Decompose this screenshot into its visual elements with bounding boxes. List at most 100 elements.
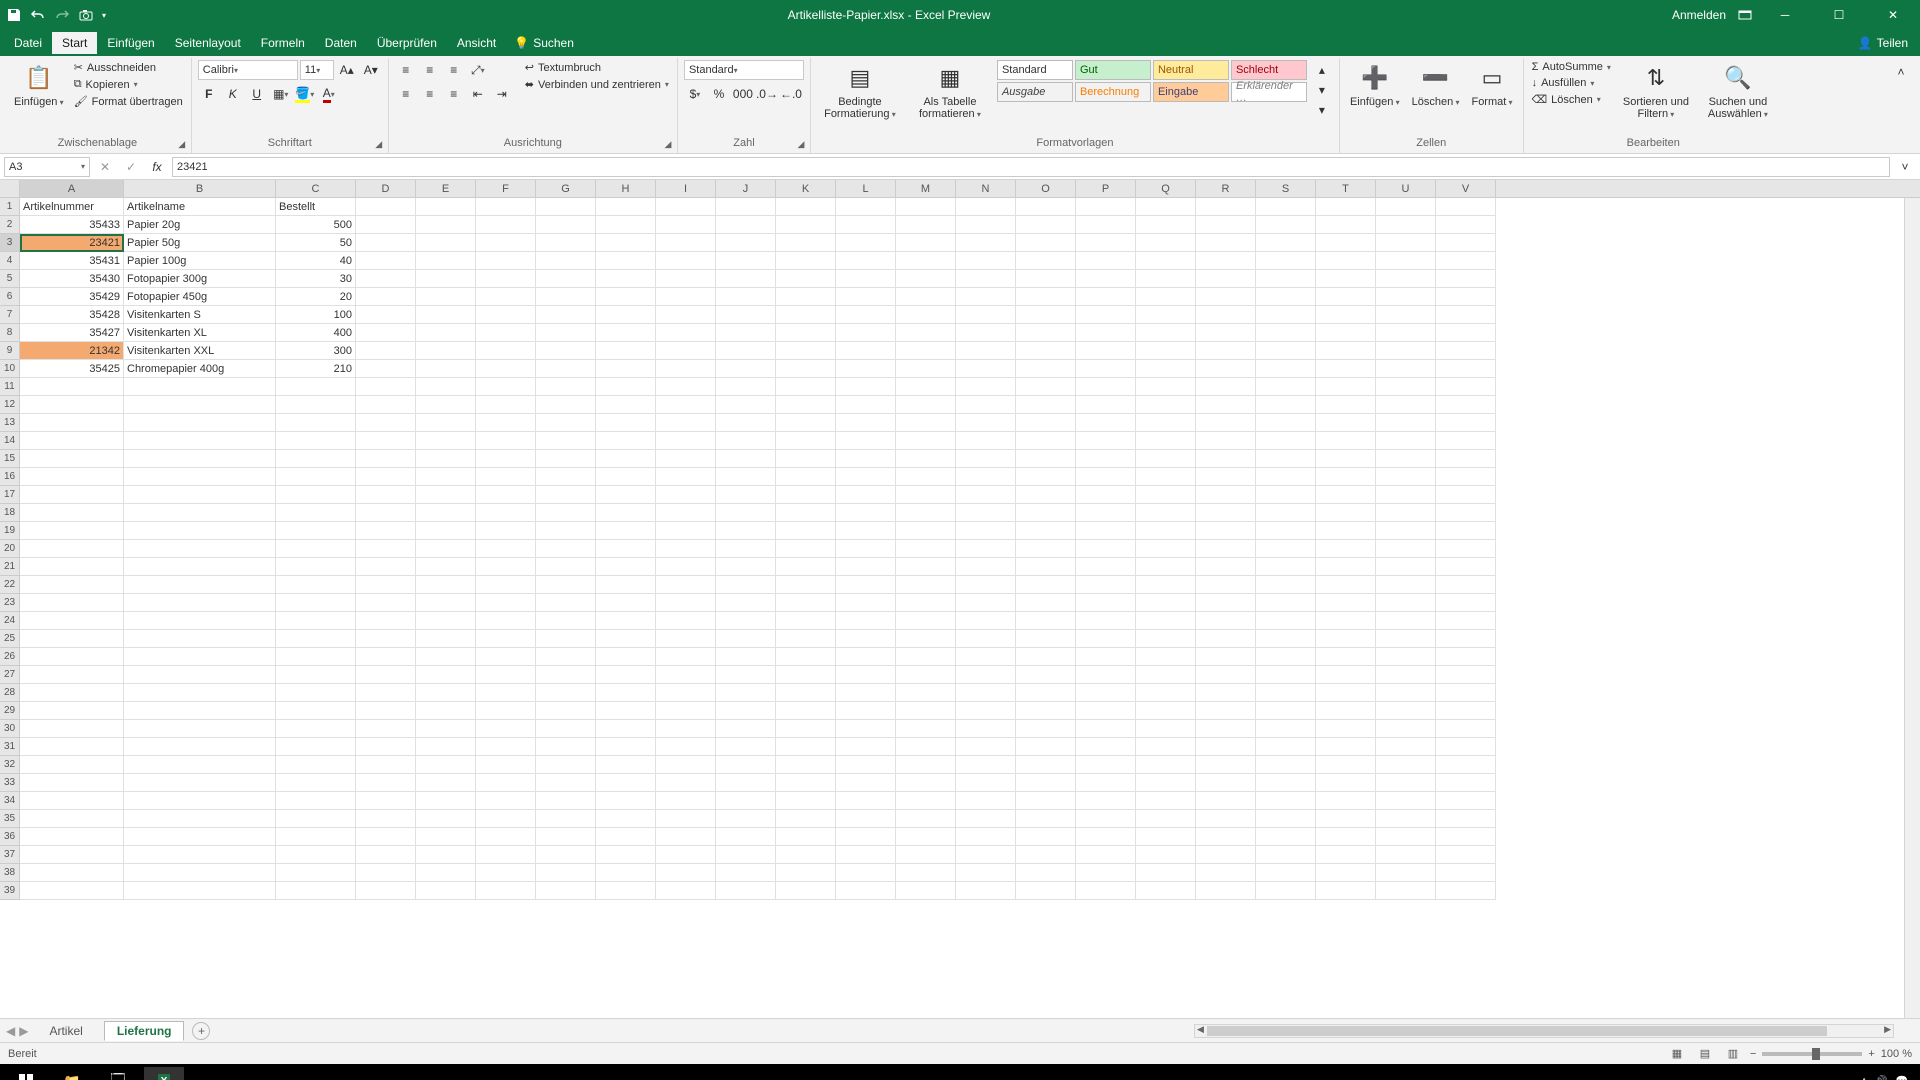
cell[interactable] bbox=[356, 576, 416, 594]
cell[interactable] bbox=[1316, 792, 1376, 810]
cell[interactable] bbox=[776, 558, 836, 576]
increase-indent-button[interactable]: ⇥ bbox=[491, 84, 513, 104]
cell[interactable] bbox=[536, 270, 596, 288]
expand-formula-button[interactable]: ˅ bbox=[1894, 157, 1916, 177]
cell[interactable] bbox=[1016, 810, 1076, 828]
cell[interactable] bbox=[416, 450, 476, 468]
cell[interactable] bbox=[1136, 324, 1196, 342]
cell[interactable] bbox=[1376, 540, 1436, 558]
row-header[interactable]: 22 bbox=[0, 576, 20, 594]
cell[interactable] bbox=[20, 612, 124, 630]
row-header[interactable]: 16 bbox=[0, 468, 20, 486]
cell[interactable] bbox=[1316, 504, 1376, 522]
cell[interactable] bbox=[1076, 864, 1136, 882]
cell[interactable] bbox=[596, 522, 656, 540]
cell[interactable] bbox=[836, 288, 896, 306]
cell[interactable] bbox=[1436, 288, 1496, 306]
cell[interactable] bbox=[1436, 522, 1496, 540]
column-header[interactable]: V bbox=[1436, 180, 1496, 197]
cell[interactable] bbox=[896, 468, 956, 486]
cell[interactable] bbox=[1136, 810, 1196, 828]
cell[interactable] bbox=[20, 450, 124, 468]
cell[interactable]: 30 bbox=[276, 270, 356, 288]
cell[interactable] bbox=[1016, 252, 1076, 270]
cell[interactable] bbox=[836, 378, 896, 396]
cell[interactable] bbox=[656, 846, 716, 864]
cell[interactable] bbox=[1136, 558, 1196, 576]
cell[interactable] bbox=[356, 558, 416, 576]
page-layout-view-button[interactable]: ▤ bbox=[1694, 1044, 1716, 1064]
cell[interactable] bbox=[276, 378, 356, 396]
cell[interactable] bbox=[476, 630, 536, 648]
cell[interactable] bbox=[656, 612, 716, 630]
cell[interactable] bbox=[896, 414, 956, 432]
cell[interactable] bbox=[1016, 378, 1076, 396]
cell[interactable] bbox=[896, 702, 956, 720]
cell[interactable] bbox=[716, 558, 776, 576]
cell[interactable] bbox=[20, 414, 124, 432]
cell[interactable] bbox=[1316, 702, 1376, 720]
cell[interactable] bbox=[836, 342, 896, 360]
cell[interactable] bbox=[836, 594, 896, 612]
cell[interactable]: 35428 bbox=[20, 306, 124, 324]
cell[interactable] bbox=[1196, 522, 1256, 540]
column-header[interactable]: S bbox=[1256, 180, 1316, 197]
cell[interactable] bbox=[1256, 720, 1316, 738]
cell[interactable] bbox=[1316, 576, 1376, 594]
cell[interactable] bbox=[716, 846, 776, 864]
cell[interactable] bbox=[1016, 864, 1076, 882]
cell[interactable] bbox=[1196, 468, 1256, 486]
cell[interactable]: Papier 20g bbox=[124, 216, 276, 234]
cell[interactable] bbox=[716, 774, 776, 792]
cell[interactable] bbox=[124, 486, 276, 504]
cell[interactable] bbox=[836, 216, 896, 234]
cell[interactable] bbox=[956, 198, 1016, 216]
cell[interactable] bbox=[1196, 396, 1256, 414]
cell[interactable] bbox=[596, 684, 656, 702]
cell[interactable] bbox=[656, 882, 716, 900]
cell[interactable]: Artikelname bbox=[124, 198, 276, 216]
cell[interactable]: 35430 bbox=[20, 270, 124, 288]
cell[interactable] bbox=[1256, 504, 1316, 522]
cell[interactable] bbox=[1316, 738, 1376, 756]
cell[interactable] bbox=[416, 828, 476, 846]
cell[interactable] bbox=[1136, 504, 1196, 522]
cell[interactable] bbox=[416, 486, 476, 504]
underline-button[interactable]: U bbox=[246, 84, 268, 104]
cell[interactable] bbox=[716, 540, 776, 558]
cell[interactable] bbox=[20, 720, 124, 738]
cell[interactable] bbox=[124, 414, 276, 432]
cell[interactable] bbox=[716, 504, 776, 522]
cell[interactable] bbox=[476, 810, 536, 828]
cell[interactable] bbox=[416, 378, 476, 396]
increase-font-button[interactable]: A▴ bbox=[336, 60, 358, 80]
cell[interactable] bbox=[1196, 846, 1256, 864]
cell[interactable] bbox=[896, 684, 956, 702]
cell[interactable] bbox=[20, 774, 124, 792]
column-header[interactable]: U bbox=[1376, 180, 1436, 197]
zoom-level[interactable]: 100 % bbox=[1881, 1048, 1912, 1060]
cell[interactable] bbox=[536, 198, 596, 216]
font-dialog-launcher[interactable]: ◢ bbox=[372, 137, 386, 151]
cell[interactable] bbox=[276, 558, 356, 576]
cell[interactable] bbox=[20, 486, 124, 504]
cell[interactable] bbox=[776, 810, 836, 828]
cell[interactable] bbox=[1256, 846, 1316, 864]
row-header[interactable]: 1 bbox=[0, 198, 20, 216]
cell[interactable] bbox=[896, 864, 956, 882]
cell[interactable] bbox=[476, 414, 536, 432]
tray-volume-icon[interactable]: 🔊 bbox=[1875, 1076, 1887, 1080]
cell[interactable] bbox=[1136, 414, 1196, 432]
cell[interactable] bbox=[656, 198, 716, 216]
cell[interactable] bbox=[1196, 594, 1256, 612]
cell[interactable] bbox=[1256, 540, 1316, 558]
cell[interactable] bbox=[1196, 234, 1256, 252]
cell[interactable] bbox=[716, 216, 776, 234]
cell[interactable] bbox=[1316, 234, 1376, 252]
cell[interactable] bbox=[1016, 594, 1076, 612]
cell[interactable]: Visitenkarten XL bbox=[124, 324, 276, 342]
cell[interactable] bbox=[896, 558, 956, 576]
cell[interactable] bbox=[356, 630, 416, 648]
cell[interactable] bbox=[536, 720, 596, 738]
cell-style-good[interactable]: Gut bbox=[1075, 60, 1151, 80]
